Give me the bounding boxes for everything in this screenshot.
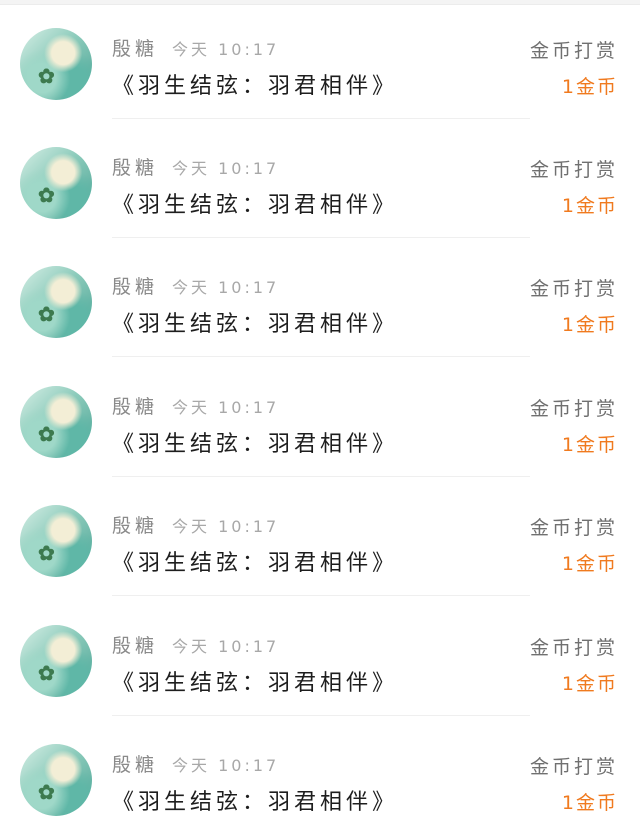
- reward-amount: 1金币: [561, 434, 618, 456]
- timestamp: 今天 10:17: [172, 40, 280, 59]
- timestamp: 今天 10:17: [172, 756, 280, 775]
- avatar[interactable]: ✿: [20, 266, 92, 338]
- timestamp: 今天 10:17: [172, 517, 280, 536]
- reward-amount: 1金币: [561, 314, 618, 336]
- reward-label: 金币打赏: [529, 637, 618, 659]
- avatar-glyph-icon: ✿: [38, 64, 55, 88]
- user-name[interactable]: 殷糖: [112, 750, 158, 777]
- timestamp: 今天 10:17: [172, 637, 280, 656]
- reward-label: 金币打赏: [529, 756, 618, 778]
- list-item[interactable]: ✿ 殷糖 今天 10:17 《羽生结弦：羽君相伴》 金币打赏 1金币: [0, 0, 640, 119]
- avatar[interactable]: ✿: [20, 744, 92, 816]
- timestamp: 今天 10:17: [172, 159, 280, 178]
- list-item[interactable]: ✿ 殷糖 今天 10:17 《羽生结弦：羽君相伴》 金币打赏 1金币: [0, 597, 640, 716]
- list-item[interactable]: ✿ 殷糖 今天 10:17 《羽生结弦：羽君相伴》 金币打赏 1金币: [0, 358, 640, 477]
- reward-amount: 1金币: [561, 673, 618, 695]
- divider: [112, 356, 530, 357]
- work-title[interactable]: 《羽生结弦：羽君相伴》: [112, 426, 398, 458]
- user-name[interactable]: 殷糖: [112, 392, 158, 419]
- list-item[interactable]: ✿ 殷糖 今天 10:17 《羽生结弦：羽君相伴》 金币打赏 1金币: [0, 477, 640, 596]
- work-title[interactable]: 《羽生结弦：羽君相伴》: [112, 784, 398, 816]
- reward-amount: 1金币: [561, 195, 618, 217]
- list-item[interactable]: ✿ 殷糖 今天 10:17 《羽生结弦：羽君相伴》 金币打赏 1金币: [0, 238, 640, 357]
- timestamp: 今天 10:17: [172, 278, 280, 297]
- avatar-glyph-icon: ✿: [38, 183, 55, 207]
- work-title[interactable]: 《羽生结弦：羽君相伴》: [112, 545, 398, 577]
- avatar-glyph-icon: ✿: [38, 780, 55, 804]
- reward-label: 金币打赏: [529, 40, 618, 62]
- user-name[interactable]: 殷糖: [112, 272, 158, 299]
- reward-label: 金币打赏: [529, 159, 618, 181]
- avatar[interactable]: ✿: [20, 386, 92, 458]
- reward-label: 金币打赏: [529, 517, 618, 539]
- timestamp: 今天 10:17: [172, 398, 280, 417]
- user-name[interactable]: 殷糖: [112, 153, 158, 180]
- reward-amount: 1金币: [561, 553, 618, 575]
- user-name[interactable]: 殷糖: [112, 631, 158, 658]
- reward-amount: 1金币: [561, 792, 618, 814]
- avatar[interactable]: ✿: [20, 28, 92, 100]
- list-item[interactable]: ✿ 殷糖 今天 10:17 《羽生结弦：羽君相伴》 金币打赏 1金币: [0, 716, 640, 835]
- avatar-glyph-icon: ✿: [38, 661, 55, 685]
- work-title[interactable]: 《羽生结弦：羽君相伴》: [112, 187, 398, 219]
- work-title[interactable]: 《羽生结弦：羽君相伴》: [112, 68, 398, 100]
- work-title[interactable]: 《羽生结弦：羽君相伴》: [112, 306, 398, 338]
- reward-amount: 1金币: [561, 76, 618, 98]
- avatar[interactable]: ✿: [20, 625, 92, 697]
- avatar-glyph-icon: ✿: [38, 422, 55, 446]
- work-title[interactable]: 《羽生结弦：羽君相伴》: [112, 665, 398, 697]
- divider: [112, 595, 530, 596]
- avatar-glyph-icon: ✿: [38, 541, 55, 565]
- reward-label: 金币打赏: [529, 278, 618, 300]
- avatar[interactable]: ✿: [20, 505, 92, 577]
- user-name[interactable]: 殷糖: [112, 511, 158, 538]
- reward-label: 金币打赏: [529, 398, 618, 420]
- list-item[interactable]: ✿ 殷糖 今天 10:17 《羽生结弦：羽君相伴》 金币打赏 1金币: [0, 119, 640, 238]
- user-name[interactable]: 殷糖: [112, 34, 158, 61]
- avatar[interactable]: ✿: [20, 147, 92, 219]
- avatar-glyph-icon: ✿: [38, 302, 55, 326]
